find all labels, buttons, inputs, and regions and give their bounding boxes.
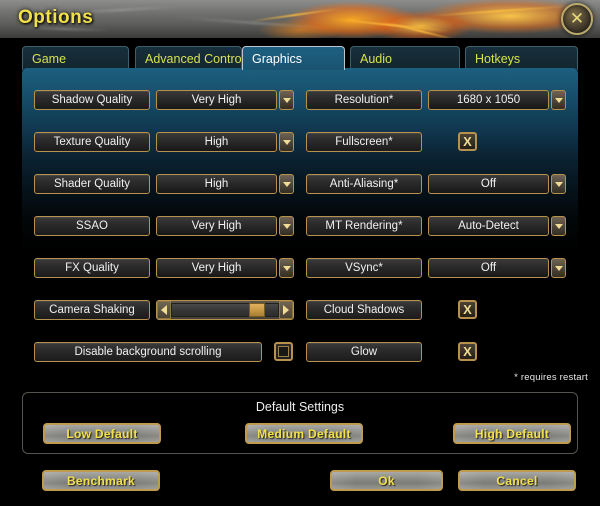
setting-label: Shadow Quality — [34, 90, 150, 110]
tab-hotkeys[interactable]: Hotkeys — [465, 46, 578, 70]
slider-left-arrow-icon[interactable] — [157, 301, 171, 319]
chevron-down-icon[interactable] — [551, 216, 566, 236]
slider-camera-shaking[interactable] — [156, 300, 294, 320]
title-bar: Options ✕ — [0, 0, 600, 38]
dropdown-shadow-quality[interactable]: Very High — [156, 90, 294, 110]
setting-label: SSAO — [34, 216, 150, 236]
tab-label: Audio — [360, 51, 392, 66]
tab-label: Game — [32, 51, 67, 66]
setting-label: Fullscreen* — [306, 132, 422, 152]
dropdown-mt-rendering[interactable]: Auto-Detect — [428, 216, 566, 236]
setting-row-shadow-quality: Shadow Quality Very High — [34, 90, 294, 110]
chevron-down-icon[interactable] — [551, 174, 566, 194]
high-default-button[interactable]: High Default — [453, 423, 571, 444]
tab-bar: Game Advanced Controls Graphics Audio Ho… — [22, 46, 578, 70]
chevron-down-icon[interactable] — [279, 90, 294, 110]
setting-row-anti-aliasing: Anti-Aliasing* Off — [306, 174, 566, 194]
medium-default-button[interactable]: Medium Default — [245, 423, 363, 444]
setting-row-fx-quality: FX Quality Very High — [34, 258, 294, 278]
setting-row-mt-rendering: MT Rendering* Auto-Detect — [306, 216, 566, 236]
checkbox-cloud-shadows[interactable]: X — [458, 300, 477, 319]
dropdown-value: Off — [428, 174, 549, 194]
dropdown-value: 1680 x 1050 — [428, 90, 549, 110]
benchmark-button[interactable]: Benchmark — [42, 470, 160, 491]
setting-row-shader-quality: Shader Quality High — [34, 174, 294, 194]
setting-row-glow: Glow X — [306, 342, 566, 362]
setting-label: Camera Shaking — [34, 300, 150, 320]
chevron-down-icon[interactable] — [279, 216, 294, 236]
setting-label: Shader Quality — [34, 174, 150, 194]
checkbox-glow[interactable]: X — [458, 342, 477, 361]
setting-row-cloud-shadows: Cloud Shadows X — [306, 300, 566, 320]
setting-label: VSync* — [306, 258, 422, 278]
setting-label: Disable background scrolling — [34, 342, 262, 362]
low-default-button[interactable]: Low Default — [43, 423, 161, 444]
chevron-down-icon[interactable] — [279, 132, 294, 152]
tab-game[interactable]: Game — [22, 46, 129, 70]
tab-advanced-controls[interactable]: Advanced Controls — [135, 46, 242, 70]
action-bar: Benchmark Ok Cancel — [0, 462, 600, 492]
graphics-settings-panel: Shadow Quality Very High Texture Quality… — [22, 68, 578, 386]
dropdown-value: Very High — [156, 258, 277, 278]
slider-right-arrow-icon[interactable] — [279, 301, 293, 319]
setting-label: Texture Quality — [34, 132, 150, 152]
chevron-down-icon[interactable] — [551, 90, 566, 110]
dropdown-value: Very High — [156, 216, 277, 236]
chevron-down-icon[interactable] — [279, 174, 294, 194]
dropdown-anti-aliasing[interactable]: Off — [428, 174, 566, 194]
requires-restart-note: * requires restart — [514, 372, 588, 383]
slider-handle[interactable] — [248, 303, 265, 317]
dropdown-shader-quality[interactable]: High — [156, 174, 294, 194]
dropdown-vsync[interactable]: Off — [428, 258, 566, 278]
setting-label: FX Quality — [34, 258, 150, 278]
options-window: Options ✕ Game Advanced Controls Graphic… — [0, 0, 600, 506]
dropdown-value: High — [156, 132, 277, 152]
page-title: Options — [18, 7, 94, 28]
setting-row-texture-quality: Texture Quality High — [34, 132, 294, 152]
dropdown-value: High — [156, 174, 277, 194]
setting-label: MT Rendering* — [306, 216, 422, 236]
checkbox-mark: X — [463, 134, 472, 149]
default-settings-title: Default Settings — [255, 400, 345, 414]
checkbox-mark: X — [463, 302, 472, 317]
tab-label: Advanced Controls — [145, 51, 242, 66]
setting-row-ssao: SSAO Very High — [34, 216, 294, 236]
setting-row-fullscreen: Fullscreen* X — [306, 132, 566, 152]
tab-label: Hotkeys — [475, 51, 521, 66]
dropdown-ssao[interactable]: Very High — [156, 216, 294, 236]
tab-graphics[interactable]: Graphics — [242, 46, 345, 70]
setting-row-camera-shaking: Camera Shaking — [34, 300, 294, 320]
dropdown-texture-quality[interactable]: High — [156, 132, 294, 152]
dropdown-value: Auto-Detect — [428, 216, 549, 236]
dropdown-resolution[interactable]: 1680 x 1050 — [428, 90, 566, 110]
setting-label: Anti-Aliasing* — [306, 174, 422, 194]
setting-row-resolution: Resolution* 1680 x 1050 — [306, 90, 566, 110]
tab-audio[interactable]: Audio — [350, 46, 460, 70]
setting-label: Resolution* — [306, 90, 422, 110]
setting-label: Cloud Shadows — [306, 300, 422, 320]
chevron-down-icon[interactable] — [551, 258, 566, 278]
ok-button[interactable]: Ok — [330, 470, 443, 491]
checkbox-disable-background-scrolling[interactable] — [274, 342, 293, 361]
default-settings-group: Default Settings Low Default Medium Defa… — [22, 392, 578, 454]
dropdown-fx-quality[interactable]: Very High — [156, 258, 294, 278]
chevron-down-icon[interactable] — [279, 258, 294, 278]
setting-row-vsync: VSync* Off — [306, 258, 566, 278]
checkbox-fullscreen[interactable]: X — [458, 132, 477, 151]
tab-label: Graphics — [252, 51, 303, 66]
setting-label: Glow — [306, 342, 422, 362]
dropdown-value: Off — [428, 258, 549, 278]
close-icon[interactable]: ✕ — [561, 3, 593, 35]
dropdown-value: Very High — [156, 90, 277, 110]
setting-row-disable-background-scrolling: Disable background scrolling — [34, 342, 294, 362]
cancel-button[interactable]: Cancel — [458, 470, 576, 491]
checkbox-mark: X — [463, 344, 472, 359]
